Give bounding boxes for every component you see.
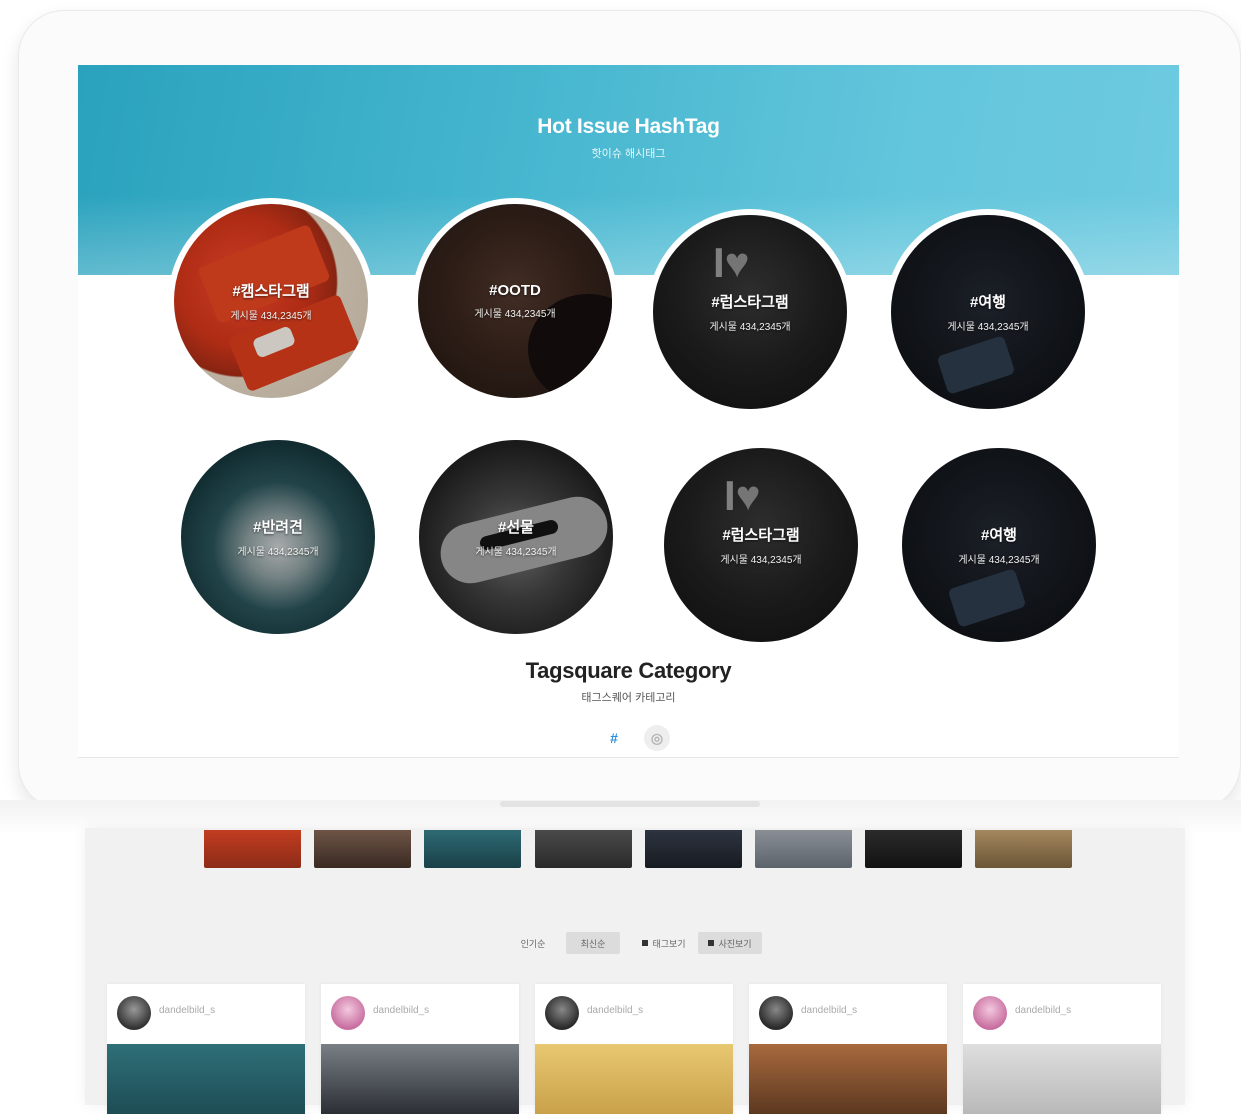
category-thumb[interactable] — [535, 830, 632, 868]
category-thumb[interactable] — [645, 830, 742, 868]
circle-icon[interactable]: ◎ — [644, 725, 670, 751]
view-tag-label: 태그보기 — [652, 938, 686, 949]
hashtag-count: 게시물 434,2345개 — [475, 547, 557, 558]
hash-icon[interactable]: # — [601, 725, 627, 751]
category-thumb[interactable] — [314, 830, 411, 868]
hashtag-card[interactable]: I♥ #럽스타그램 게시물 434,2345개 — [658, 442, 864, 648]
hashtag-count: 게시물 434,2345개 — [947, 322, 1029, 333]
post-image[interactable] — [321, 1044, 519, 1114]
hashtag-label: #선물 — [498, 519, 534, 536]
category-title: Tagsquare Category — [525, 658, 732, 683]
avatar[interactable] — [117, 996, 151, 1030]
view-photo-label: 사진보기 — [718, 938, 752, 949]
post-card[interactable]: dandelbild_s — [535, 984, 733, 1114]
category-thumb[interactable] — [865, 830, 962, 868]
hero-subtitle: 핫이슈 해시태그 — [591, 148, 666, 160]
hashtag-label: #OOTD — [489, 282, 541, 299]
avatar[interactable] — [331, 996, 365, 1030]
post-card[interactable]: dandelbild_s — [107, 984, 305, 1114]
post-header: dandelbild_s — [963, 984, 1161, 1044]
username[interactable]: dandelbild_s — [801, 1005, 857, 1016]
category-thumb[interactable] — [975, 830, 1072, 868]
post-header: dandelbild_s — [321, 984, 519, 1044]
hashtag-label: #반려견 — [253, 519, 303, 536]
category-thumb[interactable] — [204, 830, 301, 868]
hashtag-card[interactable]: #여행 게시물 434,2345개 — [885, 209, 1091, 415]
hashtag-label: #캠스타그램 — [232, 283, 310, 300]
post-card[interactable]: dandelbild_s — [321, 984, 519, 1114]
hashtag-label: #여행 — [970, 294, 1006, 311]
avatar[interactable] — [545, 996, 579, 1030]
post-header: dandelbild_s — [749, 984, 947, 1044]
username[interactable]: dandelbild_s — [373, 1005, 429, 1016]
hashtag-card[interactable]: #캠스타그램 게시물 434,2345개 — [168, 198, 374, 404]
username[interactable]: dandelbild_s — [1015, 1005, 1071, 1016]
view-photo-toggle[interactable]: 사진보기 — [698, 932, 762, 954]
post-card[interactable]: dandelbild_s — [749, 984, 947, 1114]
hashtag-label: #럽스타그램 — [711, 294, 789, 311]
hashtag-card[interactable]: #선물 게시물 434,2345개 — [413, 434, 619, 640]
hashtag-count: 게시물 434,2345개 — [958, 555, 1040, 566]
username[interactable]: dandelbild_s — [587, 1005, 643, 1016]
tablet-screen: Hot Issue HashTag 핫이슈 해시태그 #캠스타그램 게시물 43… — [78, 65, 1179, 757]
post-image[interactable] — [107, 1044, 305, 1114]
hashtag-count: 게시물 434,2345개 — [720, 555, 802, 566]
home-indicator — [500, 801, 760, 807]
hashtag-count: 게시물 434,2345개 — [709, 322, 791, 333]
post-header: dandelbild_s — [107, 984, 305, 1044]
hashtag-card[interactable]: #여행 게시물 434,2345개 — [896, 442, 1102, 648]
hashtag-card[interactable]: #OOTD 게시물 434,2345개 — [412, 198, 618, 404]
category-subtitle: 태그스퀘어 카테고리 — [581, 692, 676, 704]
category-thumb[interactable] — [755, 830, 852, 868]
avatar[interactable] — [973, 996, 1007, 1030]
post-image[interactable] — [749, 1044, 947, 1114]
hashtag-label: #럽스타그램 — [722, 527, 800, 544]
view-tag-toggle[interactable]: 태그보기 — [636, 932, 692, 954]
post-card[interactable]: dandelbild_s — [963, 984, 1161, 1114]
post-image[interactable] — [535, 1044, 733, 1114]
sort-latest-button[interactable]: 최신순 — [566, 932, 620, 954]
hashtag-card[interactable]: #반려견 게시물 434,2345개 — [175, 434, 381, 640]
hero-title: Hot Issue HashTag — [537, 115, 720, 138]
sort-popular-button[interactable]: 인기순 — [508, 932, 558, 954]
avatar[interactable] — [759, 996, 793, 1030]
hashtag-count: 게시물 434,2345개 — [474, 309, 556, 320]
hashtag-label: #여행 — [981, 527, 1017, 544]
checkbox-icon — [708, 940, 715, 946]
sort-controls: 인기순 최신순 태그보기 사진보기 — [0, 932, 1241, 958]
category-thumb[interactable] — [424, 830, 521, 868]
checkbox-icon — [642, 940, 649, 946]
username[interactable]: dandelbild_s — [159, 1005, 215, 1016]
hashtag-count: 게시물 434,2345개 — [237, 547, 319, 558]
hashtag-count: 게시물 434,2345개 — [230, 311, 312, 322]
post-header: dandelbild_s — [535, 984, 733, 1044]
post-image[interactable] — [963, 1044, 1161, 1114]
hashtag-card[interactable]: I♥ #럽스타그램 게시물 434,2345개 — [647, 209, 853, 415]
